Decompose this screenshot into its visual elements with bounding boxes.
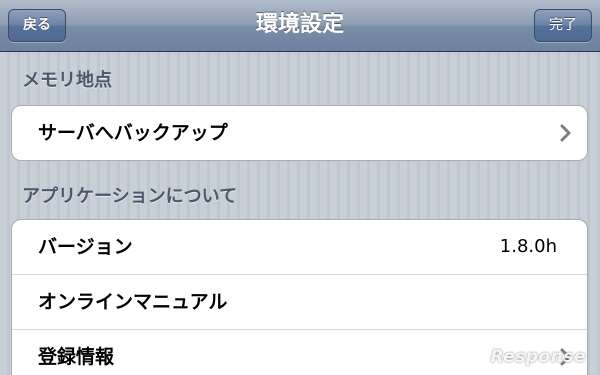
section-header-about-app: アプリケーションについて <box>22 186 238 207</box>
backup-to-server-row[interactable]: サーバへバックアップ <box>12 106 587 160</box>
version-label: バージョン <box>38 236 133 258</box>
memory-point-group: サーバへバックアップ <box>11 105 588 161</box>
section-header-memory-point: メモリ地点 <box>22 70 112 91</box>
version-row: バージョン 1.8.0h <box>12 220 587 275</box>
settings-screen: 戻る 環境設定 完了 メモリ地点 サーバへバックアップ アプリケーションについて… <box>0 0 600 375</box>
backup-to-server-label: サーバへバックアップ <box>38 122 228 144</box>
online-manual-row[interactable]: オンラインマニュアル <box>12 275 587 330</box>
version-value: 1.8.0h <box>499 236 557 257</box>
navigation-bar: 戻る 環境設定 完了 <box>0 0 600 52</box>
online-manual-label: オンラインマニュアル <box>38 291 228 313</box>
page-title: 環境設定 <box>255 12 344 37</box>
done-button[interactable]: 完了 <box>534 9 592 42</box>
back-button[interactable]: 戻る <box>8 9 66 42</box>
chevron-right-icon <box>560 124 571 142</box>
registration-info-label: 登録情報 <box>38 346 115 368</box>
response-watermark: Response <box>490 347 586 367</box>
